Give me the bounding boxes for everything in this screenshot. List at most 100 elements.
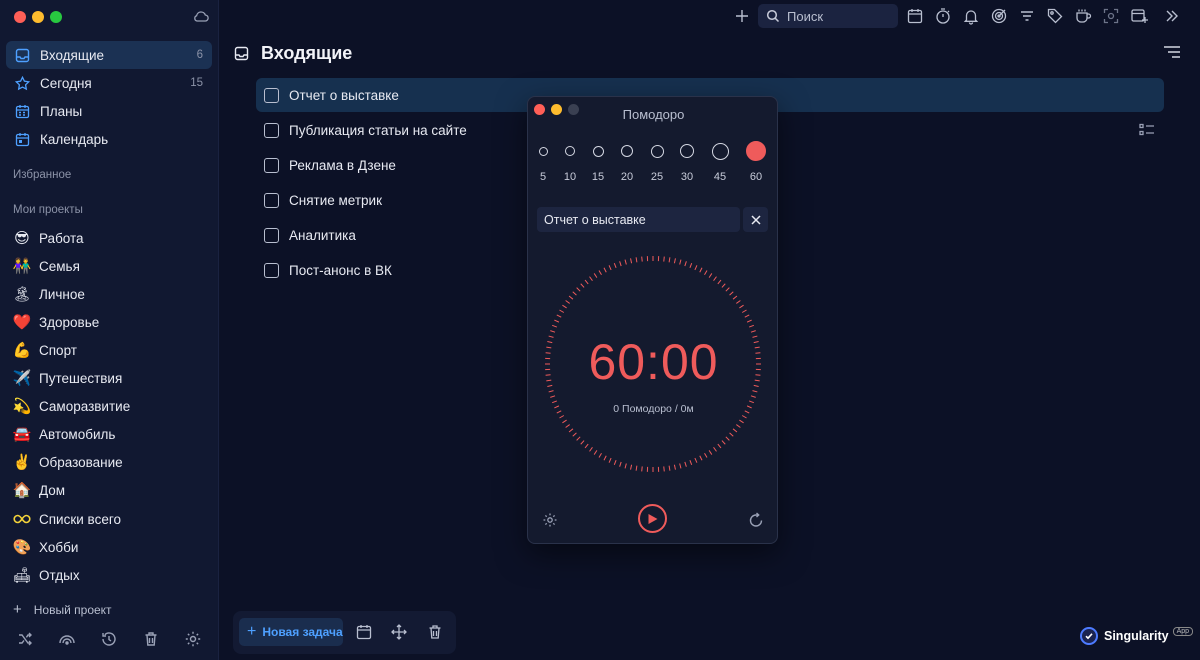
duration-option-5[interactable]: 5 — [531, 139, 555, 183]
calendar-icon[interactable] — [356, 624, 372, 640]
timer-tick — [732, 295, 738, 300]
new-project-button[interactable]: + Новый проект — [13, 601, 112, 618]
project-item-family[interactable]: 👫 Семья — [6, 252, 212, 280]
gear-icon[interactable] — [184, 630, 202, 648]
search-box[interactable]: Поиск — [758, 4, 898, 28]
cloud-sync-icon[interactable] — [192, 8, 210, 24]
timer-tick — [748, 324, 755, 328]
sidebar-item-plans[interactable]: Планы — [6, 97, 212, 125]
task-checkbox[interactable] — [264, 122, 279, 138]
play-button[interactable] — [638, 504, 667, 533]
move-icon[interactable] — [391, 624, 407, 640]
add-icon[interactable] — [733, 7, 751, 25]
task-checkbox[interactable] — [264, 192, 279, 208]
window-add-icon[interactable] — [1130, 7, 1148, 25]
stopwatch-icon[interactable] — [934, 7, 952, 25]
project-item-home[interactable]: 🏠 Дом — [6, 476, 212, 504]
timer-tick — [708, 450, 713, 455]
shuffle-icon[interactable] — [16, 630, 34, 648]
duration-label: 5 — [539, 171, 547, 183]
duration-option-10[interactable]: 10 — [558, 139, 582, 183]
timer-tick — [562, 304, 567, 309]
timer-tick — [713, 447, 717, 452]
project-item-education[interactable]: ✌️ Образование — [6, 448, 212, 476]
timer-tick — [679, 463, 682, 469]
task-checkbox[interactable] — [264, 87, 279, 103]
pomodoro-task-field[interactable]: Отчет о выставке — [537, 207, 740, 232]
calendar-icon[interactable] — [906, 7, 924, 25]
brand-name: Singularity — [1104, 629, 1169, 643]
project-item-self-development[interactable]: 💫 Саморазвитие — [6, 392, 212, 420]
timer-tick — [725, 436, 730, 441]
focus-icon[interactable] — [1102, 7, 1120, 25]
window-controls — [14, 11, 62, 23]
project-item-travel[interactable]: ✈️ Путешествия — [6, 364, 212, 392]
task-checkbox[interactable] — [264, 262, 279, 278]
timer-tick — [554, 319, 560, 323]
history-icon[interactable] — [100, 630, 118, 648]
task-checkbox[interactable] — [264, 157, 279, 173]
task-title: Публикация статьи на сайте — [289, 122, 467, 138]
page-title: Входящие — [261, 43, 353, 63]
project-item-rest[interactable]: 🛋 Отдых — [6, 561, 212, 589]
timer-tick — [744, 314, 750, 318]
project-label: Работа — [39, 230, 84, 246]
target-icon[interactable] — [990, 7, 1008, 25]
timer-tick — [608, 457, 612, 463]
project-item-sport[interactable]: 💪 Спорт — [6, 336, 212, 364]
bell-icon[interactable] — [962, 7, 980, 25]
timer-tick — [641, 466, 643, 472]
project-item-lists[interactable]: Списки всего — [6, 505, 212, 533]
duration-option-60-selected[interactable]: 60 — [744, 139, 768, 183]
timer-tick — [613, 262, 617, 269]
project-item-car[interactable]: 🚘 Автомобиль — [6, 420, 212, 448]
project-label: Списки всего — [39, 511, 121, 527]
clear-task-button[interactable] — [743, 207, 768, 232]
projects-section-label: Мои проекты — [13, 204, 83, 216]
sidebar: Входящие 6 Сегодня 15 Планы Календарь Из… — [0, 0, 219, 660]
tag-icon[interactable] — [1046, 7, 1064, 25]
timer-tick — [717, 279, 722, 285]
reset-icon[interactable] — [748, 512, 764, 528]
duration-option-45[interactable]: 45 — [708, 139, 732, 183]
timer-tick — [713, 276, 717, 281]
project-emoji: ✈️ — [12, 369, 32, 387]
task-title: Пост-анонс в ВК — [289, 262, 392, 278]
timer-tick — [550, 330, 556, 333]
project-item-personal[interactable]: 🏝 Личное — [6, 280, 212, 308]
duration-option-30[interactable]: 30 — [675, 139, 699, 183]
trash-icon[interactable] — [142, 630, 160, 648]
timer-tick — [641, 256, 643, 262]
gear-icon[interactable] — [542, 512, 558, 528]
radar-icon[interactable] — [58, 630, 76, 648]
sidebar-item-label: Входящие — [40, 47, 105, 63]
close-window-button[interactable] — [14, 11, 26, 23]
new-task-button[interactable]: + Новая задача — [239, 618, 343, 646]
project-item-work[interactable]: 😎 Работа — [6, 224, 212, 252]
sidebar-item-calendar[interactable]: Календарь — [6, 125, 212, 153]
task-checkbox[interactable] — [264, 227, 279, 243]
duration-option-15[interactable]: 15 — [586, 139, 610, 183]
chevron-double-right-icon[interactable] — [1163, 7, 1181, 25]
project-emoji: 😎 — [14, 229, 30, 247]
timer-tick — [565, 424, 570, 428]
duration-label: 10 — [563, 171, 577, 183]
duration-option-25[interactable]: 25 — [645, 139, 669, 183]
maximize-window-button[interactable] — [50, 11, 62, 23]
sidebar-item-today[interactable]: Сегодня 15 — [6, 69, 212, 97]
timer-tick — [624, 463, 627, 469]
timer-tick — [635, 465, 638, 471]
task-title: Реклама в Дзене — [289, 157, 396, 173]
close-icon — [750, 214, 761, 225]
filter-icon[interactable] — [1018, 7, 1036, 25]
project-item-hobby[interactable]: 🎨 Хобби — [6, 533, 212, 561]
duration-option-20[interactable]: 20 — [615, 139, 639, 183]
project-item-health[interactable]: ❤️ Здоровье — [6, 308, 212, 336]
timer-display: 60:00 — [588, 334, 719, 390]
trash-icon[interactable] — [427, 624, 443, 640]
new-task-label: Новая задача — [262, 625, 343, 639]
sort-menu-icon[interactable] — [1163, 45, 1181, 59]
minimize-window-button[interactable] — [32, 11, 44, 23]
sidebar-item-inbox[interactable]: Входящие 6 — [6, 41, 212, 69]
coffee-icon[interactable] — [1074, 7, 1092, 25]
